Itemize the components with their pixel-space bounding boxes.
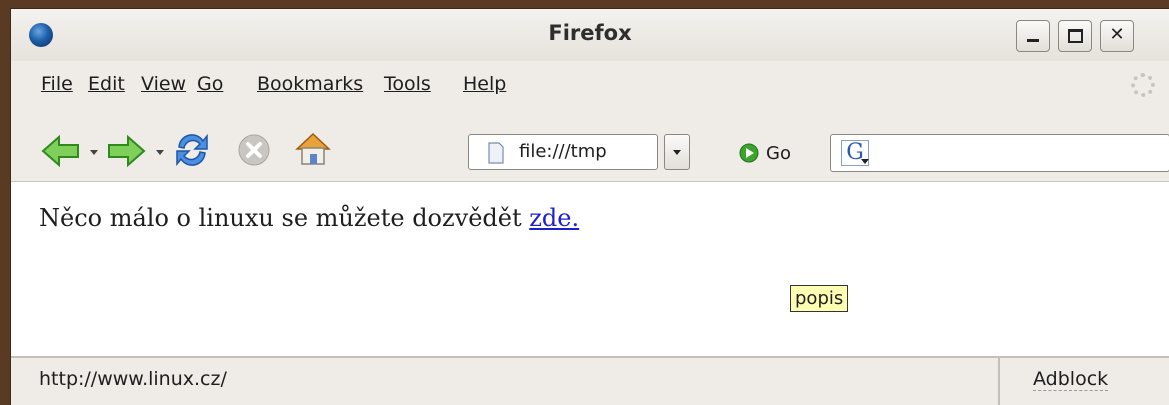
url-text[interactable]: file:///tmp	[519, 141, 655, 162]
stop-icon[interactable]	[237, 133, 271, 167]
file-page-icon	[488, 142, 504, 164]
menu-tools[interactable]: Tools	[384, 73, 431, 95]
menu-help[interactable]: Help	[463, 73, 506, 95]
navigation-toolbar: file:///tmp Go G	[11, 123, 1169, 177]
go-icon[interactable]	[738, 142, 760, 164]
menu-bar: File Edit View Go Bookmarks Tools Help	[11, 67, 1169, 103]
close-button[interactable]: ✕	[1100, 20, 1134, 52]
status-divider	[998, 358, 1000, 405]
maximize-button[interactable]	[1058, 20, 1092, 52]
go-button[interactable]: Go	[766, 143, 791, 164]
adblock-button[interactable]: Adblock	[1033, 368, 1109, 391]
status-url-text: http://www.linux.cz/	[39, 368, 227, 390]
maximize-icon	[1067, 29, 1083, 43]
forward-dropdown-icon[interactable]	[156, 150, 164, 155]
browser-window: Firefox ✕ File Edit View Go Bookmarks To…	[10, 8, 1169, 405]
menu-go[interactable]: Go	[197, 73, 223, 95]
activity-throbber-icon	[1131, 73, 1155, 97]
back-arrow-icon[interactable]	[41, 134, 81, 168]
menu-bookmarks[interactable]: Bookmarks	[257, 73, 363, 95]
back-dropdown-icon[interactable]	[90, 150, 98, 155]
window-title: Firefox	[548, 21, 632, 45]
status-bar: http://www.linux.cz/ Adblock	[11, 356, 1169, 405]
page-content: Něco málo o linuxu se můžete dozvědět zd…	[11, 181, 1169, 357]
title-bar[interactable]: Firefox ✕	[11, 9, 1169, 61]
menu-file[interactable]: File	[41, 73, 73, 95]
minimize-icon	[1027, 39, 1039, 42]
page-paragraph: Něco málo o linuxu se můžete dozvědět zd…	[39, 204, 579, 232]
forward-arrow-icon[interactable]	[106, 134, 146, 168]
search-input[interactable]: G	[830, 134, 1169, 172]
url-history-dropdown[interactable]	[664, 134, 690, 170]
paragraph-text: Něco málo o linuxu se můžete dozvědět	[39, 204, 530, 232]
minimize-button[interactable]	[1016, 20, 1050, 52]
search-engine-dropdown-icon[interactable]	[861, 159, 869, 164]
url-bar[interactable]: file:///tmp	[468, 134, 658, 170]
link-tooltip: popis	[790, 285, 849, 312]
close-icon: ✕	[1109, 24, 1125, 45]
menu-edit[interactable]: Edit	[88, 73, 125, 95]
chevron-down-icon	[673, 150, 681, 155]
reload-icon[interactable]	[173, 131, 211, 169]
menu-view[interactable]: View	[141, 73, 186, 95]
zde-link[interactable]: zde.	[529, 204, 579, 232]
home-icon[interactable]	[294, 130, 332, 168]
